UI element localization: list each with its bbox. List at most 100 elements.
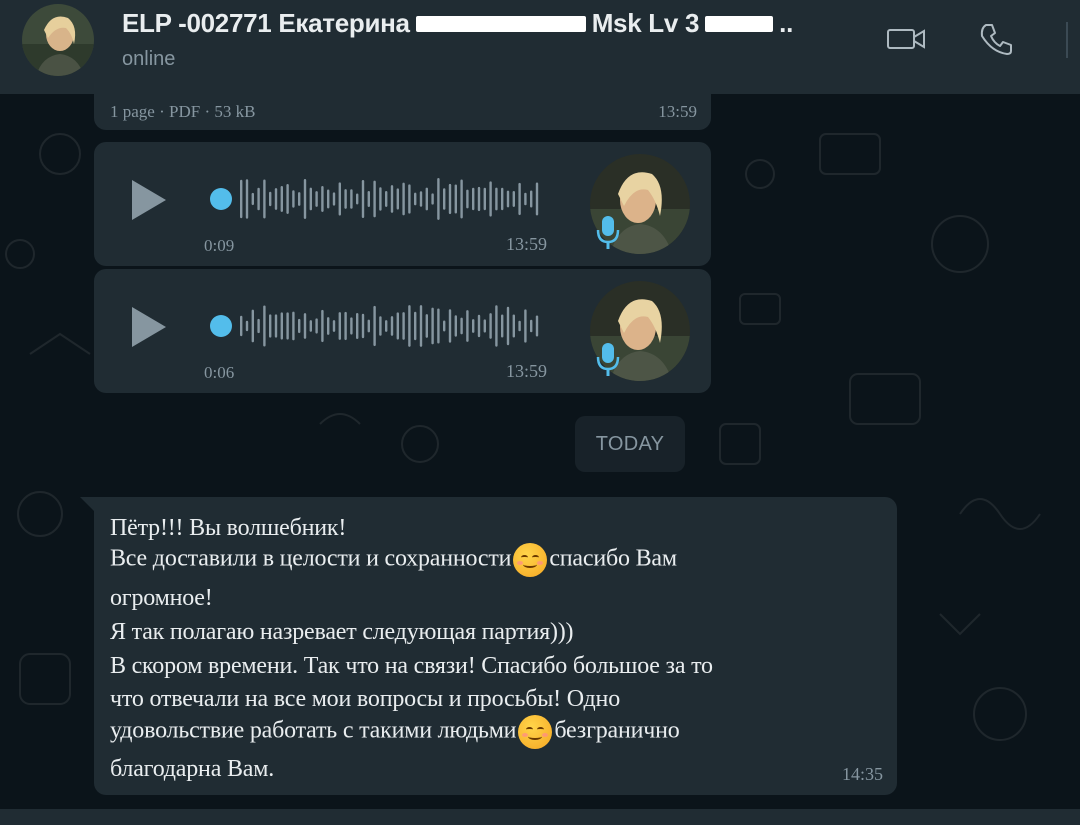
waveform-bar (501, 314, 504, 338)
waveform-bar (338, 182, 341, 216)
waveform-bar (448, 183, 452, 215)
contact-name-mid: Msk Lv 3 (591, 8, 700, 38)
waveform-bar (245, 320, 249, 332)
waveform-bar (431, 307, 434, 345)
waveform-bar (518, 320, 521, 332)
voice-message[interactable]: 0:09 13:59 (94, 142, 711, 266)
document-message[interactable]: 1 page · PDF · 53 kB 13:59 (94, 94, 711, 130)
waveform-bar (472, 187, 475, 211)
waveform-bar (402, 312, 405, 340)
waveform-bar (524, 192, 527, 206)
header-divider (1066, 22, 1068, 58)
waveform-bar (472, 319, 475, 333)
contact-avatar[interactable] (22, 4, 94, 76)
waveform-bar (385, 191, 388, 207)
waveform[interactable] (236, 303, 546, 349)
microphone-icon (596, 343, 620, 376)
waveform-bar (327, 189, 330, 209)
smiling-emoji-icon (513, 543, 548, 577)
waveform-bar (309, 187, 312, 211)
contact-name-suffix: .. (779, 8, 793, 38)
waveform-bar (419, 305, 423, 347)
redacted-block (415, 15, 586, 32)
waveform-bar (495, 305, 498, 347)
waveform-bar (338, 312, 341, 340)
waveform-bar (286, 184, 289, 214)
composer-bar-edge (0, 809, 1080, 825)
contact-name-prefix: ELP -002771 Екатерина (122, 8, 410, 38)
waveform-bar (379, 316, 382, 336)
message-time: 14:35 (841, 764, 883, 784)
waveform-bar (303, 313, 307, 339)
waveform-bar (414, 192, 417, 206)
waveform-bar (263, 179, 266, 219)
message-line: огромное! (110, 585, 213, 611)
waveform-bar (489, 313, 492, 339)
waveform-bar (466, 189, 469, 209)
waveform-bar (298, 192, 301, 206)
waveform-bar (385, 320, 388, 332)
message-text: спасибо Вам (549, 545, 677, 572)
waveform-bar (414, 311, 417, 341)
waveform-bar (408, 305, 411, 347)
message-time: 13:59 (506, 234, 548, 254)
voice-message[interactable]: 0:06 13:59 (94, 269, 711, 393)
message-line: Я так полагаю назревает следующая партия… (110, 619, 574, 645)
waveform-bar (460, 317, 463, 335)
message-text: Все доставили в целости и сохранности (110, 545, 512, 572)
waveform-bar (512, 314, 515, 338)
playback-position-handle[interactable] (210, 188, 232, 210)
waveform-bar (286, 312, 289, 340)
message-line: что отвечали на все мои вопросы и просьб… (110, 686, 620, 712)
waveform-bar (495, 187, 498, 211)
waveform-bar (373, 305, 376, 347)
waveform-bar (535, 315, 539, 337)
waveform-bar (361, 179, 365, 219)
waveform-bar (454, 184, 457, 214)
message-line: удовольствие работать с такими людьми без… (110, 715, 680, 749)
waveform-bar (419, 191, 423, 207)
play-icon[interactable] (132, 180, 166, 220)
video-call-icon[interactable] (884, 22, 928, 56)
playback-position-handle[interactable] (210, 315, 232, 337)
waveform-bar (332, 192, 336, 206)
message-line: Пётр!!! Вы волшебник! (110, 515, 347, 541)
waveform-bar (274, 188, 278, 210)
waveform-bar (390, 316, 394, 336)
waveform-bar (402, 182, 405, 216)
waveform-bar (379, 187, 382, 211)
waveform-bar (315, 318, 318, 334)
waveform-bar (263, 305, 266, 347)
presence-status: online (122, 48, 176, 70)
waveform-bar (269, 191, 272, 207)
phone-call-icon[interactable] (974, 22, 1018, 56)
waveform-bar (356, 312, 359, 340)
waveform-bar (292, 190, 295, 208)
waveform-bar (477, 186, 481, 212)
text-message[interactable]: Пётр!!! Вы волшебник! Все доставили в це… (94, 497, 897, 795)
document-meta: 1 page · PDF · 53 kB (110, 102, 256, 121)
chat-area[interactable]: 1 page · PDF · 53 kB 13:59 0:09 13:59 0:… (0, 94, 1080, 825)
waveform-bar (251, 309, 254, 343)
waveform-bar (257, 187, 260, 211)
waveform-bar (512, 191, 515, 207)
waveform-bar (501, 187, 504, 211)
waveform-bar (367, 319, 370, 333)
contact-name[interactable]: ELP -002771 Екатерина Msk Lv 3 .. (122, 8, 793, 39)
waveform-bar (460, 179, 463, 219)
date-divider: TODAY (575, 416, 685, 472)
waveform-bar (321, 309, 324, 343)
waveform-bar (506, 190, 510, 208)
smiling-emoji-icon (518, 715, 553, 749)
waveform-bar (466, 310, 469, 342)
chat-header[interactable]: ELP -002771 Екатерина Msk Lv 3 .. online (0, 0, 1080, 94)
waveform-bar (240, 315, 243, 337)
waveform[interactable] (236, 176, 546, 222)
waveform-bar (530, 190, 533, 208)
play-icon[interactable] (132, 307, 166, 347)
voice-duration: 0:09 (204, 236, 235, 255)
waveform-bar (350, 189, 353, 209)
message-line: Все доставили в целости и сохранности спа… (110, 543, 677, 577)
waveform-bar (437, 178, 440, 220)
waveform-bar (309, 320, 312, 332)
